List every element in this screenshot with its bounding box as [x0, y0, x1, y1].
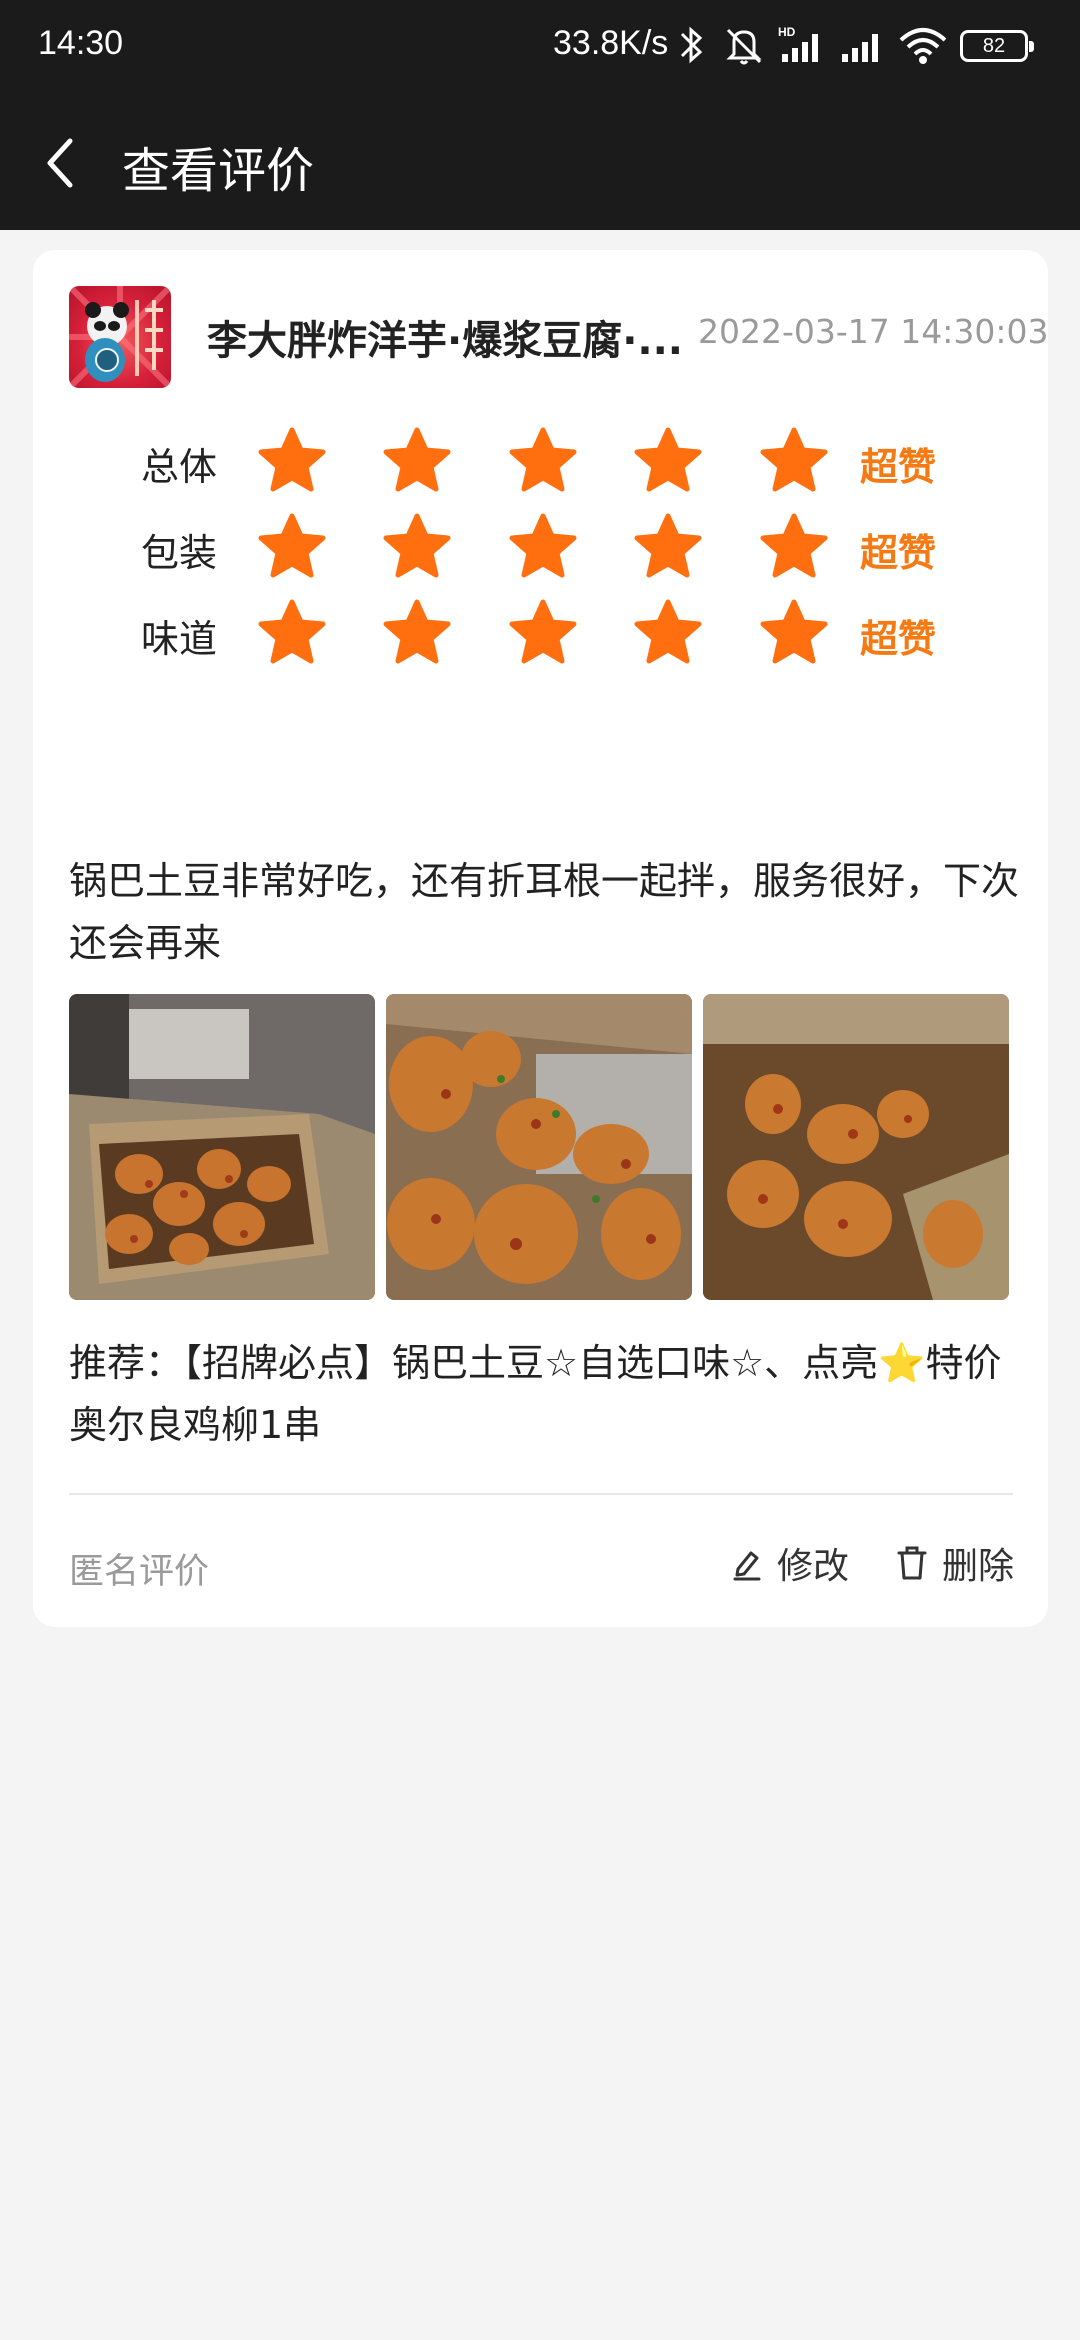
star-icon	[509, 513, 577, 578]
star-icon	[258, 599, 326, 664]
status-bar: 14:30 33.8K/s HD 82	[0, 0, 1080, 95]
delete-button[interactable]: 删除	[896, 1535, 1014, 1591]
star-icon	[258, 427, 326, 492]
review-photo-2[interactable]	[386, 994, 692, 1300]
chevron-left-icon[interactable]	[40, 135, 84, 191]
recommended-items: 推荐：【招牌必点】锅巴土豆☆自选口味☆、点亮⭐特价奥尔良鸡柳1串	[69, 1341, 1002, 1447]
status-time: 14:30	[38, 24, 124, 62]
star-icon	[760, 599, 828, 664]
rating-verdict: 超赞	[860, 445, 937, 489]
bluetooth-icon	[680, 26, 703, 64]
mute-icon	[726, 28, 762, 65]
signal-icon	[842, 34, 878, 62]
rating-verdict: 超赞	[860, 531, 937, 575]
anonymous-label: 匿名评价	[69, 1552, 210, 1592]
star-icon	[760, 513, 828, 578]
star-icon	[383, 599, 451, 664]
store-logo[interactable]	[69, 286, 171, 388]
review-card: 李大胖炸洋芋·爆浆豆腐·... 2022-03-17 14:30:03 总体 超赞…	[33, 250, 1048, 1627]
rating-verdict: 超赞	[860, 617, 937, 661]
rating-label: 包装	[141, 531, 218, 575]
star-icon	[634, 599, 702, 664]
review-text: 锅巴土豆非常好吃，还有折耳根一起拌，服务很好，下次还会再来	[69, 859, 1020, 965]
star-icon	[509, 599, 577, 664]
rating-label: 总体	[141, 445, 218, 489]
store-name[interactable]: 李大胖炸洋芋·爆浆豆腐·...	[207, 308, 697, 366]
star-icon	[509, 427, 577, 492]
star-icon	[634, 513, 702, 578]
rating-row: 总体 超赞	[33, 420, 1048, 500]
star-icon	[760, 427, 828, 492]
edit-button[interactable]: 修改	[731, 1535, 849, 1591]
trash-icon	[897, 1546, 927, 1580]
page-title: 查看评价	[122, 143, 315, 199]
svg-text:HD: HD	[778, 25, 796, 39]
nav-bar: 查看评价	[0, 95, 1080, 230]
rating-label: 味道	[141, 617, 218, 661]
star-icon	[383, 427, 451, 492]
rating-row: 味道 超赞	[33, 592, 1048, 672]
wifi-icon	[899, 28, 947, 64]
star-icon	[634, 427, 702, 492]
review-photo-3[interactable]	[703, 994, 1009, 1300]
review-photo-1[interactable]	[69, 994, 375, 1300]
star-icon	[383, 513, 451, 578]
signal-hd-icon: HD	[778, 25, 818, 62]
edit-icon	[733, 1551, 761, 1581]
divider	[69, 1493, 1013, 1495]
review-date: 2022-03-17 14:30:03	[698, 312, 1049, 351]
edit-label: 修改	[777, 1546, 850, 1587]
network-speed: 33.8K/s	[553, 24, 669, 62]
delete-label: 删除	[942, 1546, 1015, 1587]
star-icon	[258, 513, 326, 578]
rating-row: 包装 超赞	[33, 506, 1048, 586]
battery-icon: 82	[960, 30, 1034, 62]
